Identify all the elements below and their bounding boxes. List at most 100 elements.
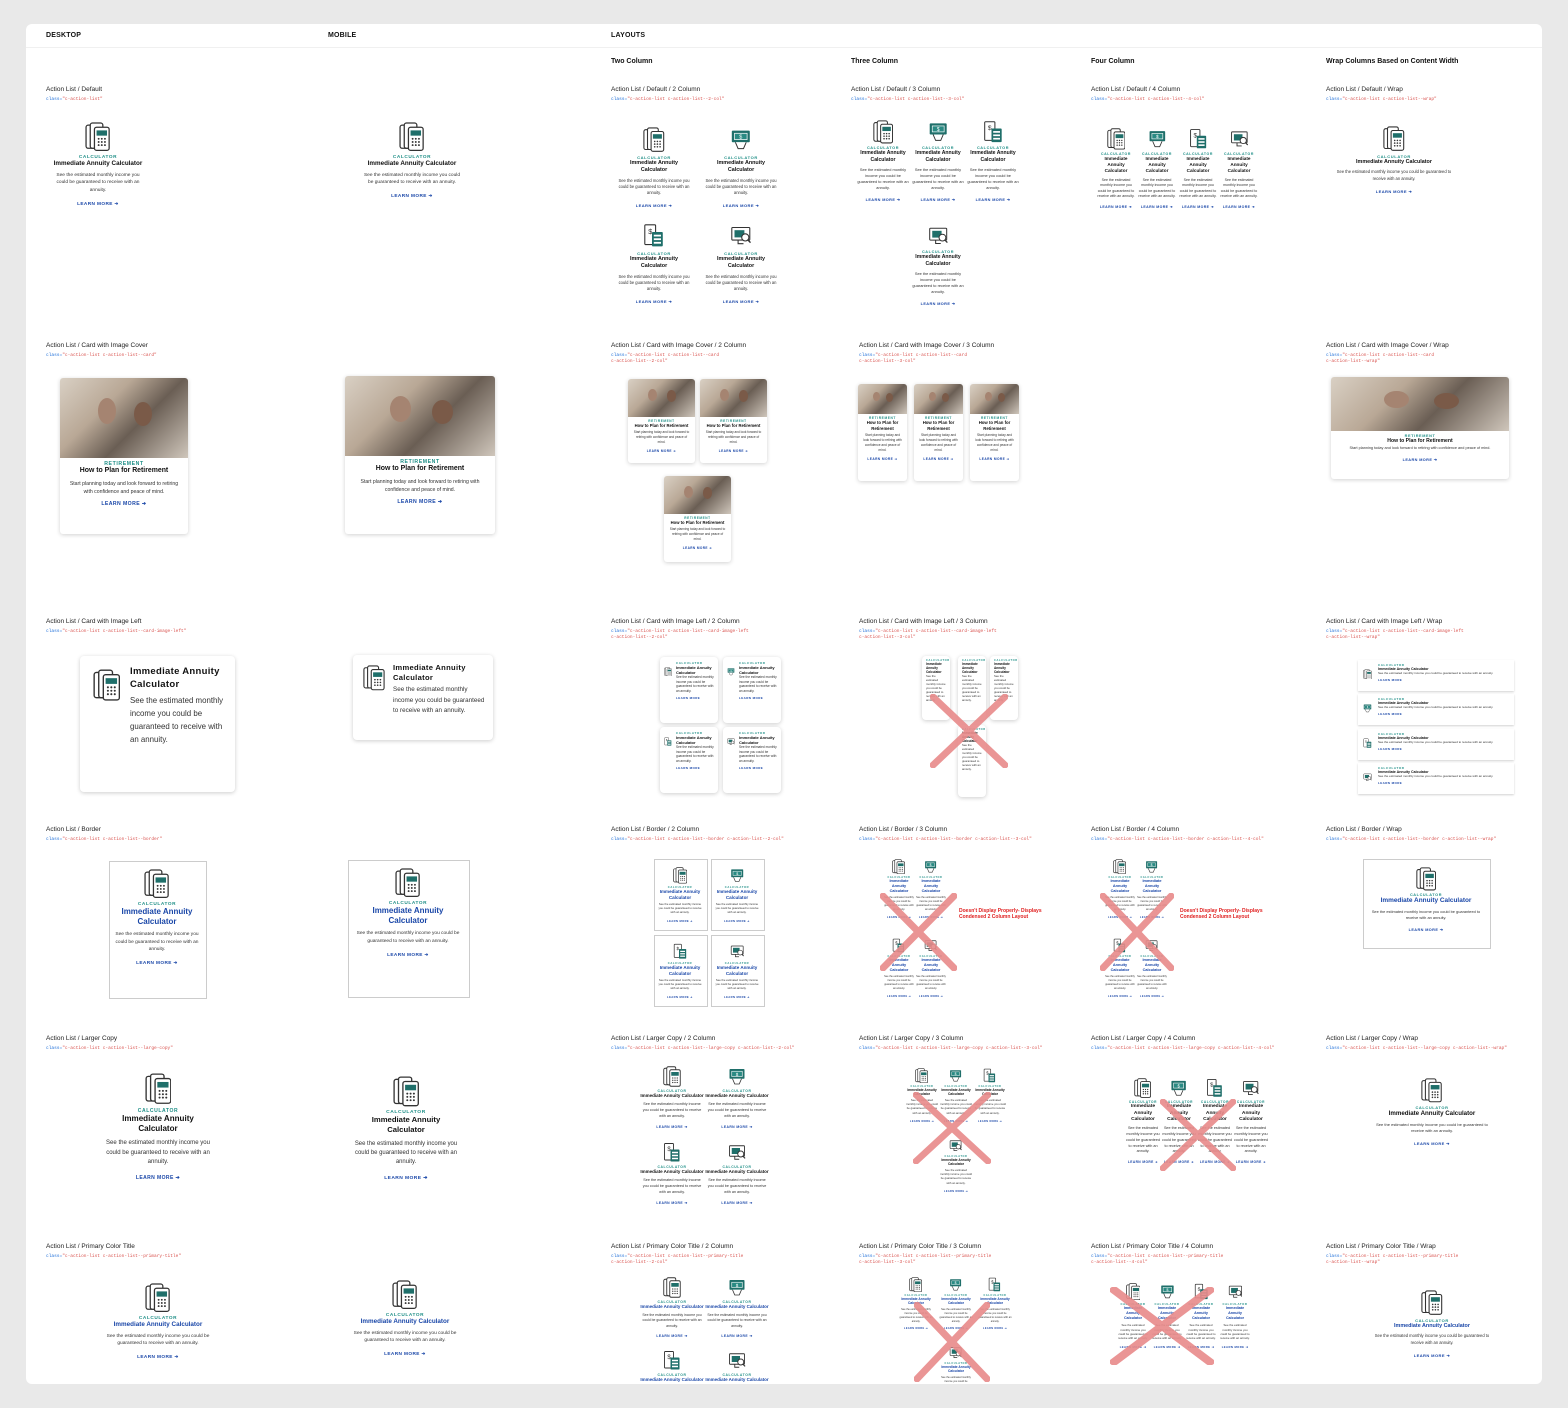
learn-more-link[interactable]: LEARN MORE xyxy=(1378,747,1511,751)
class-keyword: class= xyxy=(46,837,63,842)
learn-more-link[interactable]: LEARN MORE ➔ xyxy=(715,996,759,999)
learn-more-link[interactable]: LEARN MORE ➔ xyxy=(1138,205,1176,209)
learn-more-link[interactable]: LEARN MORE ➔ xyxy=(938,1327,974,1330)
bill-icon: $ xyxy=(664,733,672,746)
learn-more-link[interactable]: LEARN MORE ➔ xyxy=(884,916,914,919)
learn-more-link[interactable]: LEARN MORE ➔ xyxy=(1367,927,1485,932)
learn-more-link[interactable]: LEARN MORE ➔ xyxy=(113,961,201,966)
learn-more-link[interactable]: LEARN MORE ➔ xyxy=(1179,205,1217,209)
learn-more-link[interactable]: LEARN MORE ➔ xyxy=(898,1327,934,1330)
learn-more-link[interactable]: LEARN MORE ➔ xyxy=(715,920,759,923)
learn-more-link[interactable]: LEARN MORE ➔ xyxy=(352,953,464,958)
learn-more-link[interactable]: LEARN MORE ➔ xyxy=(1219,1345,1251,1349)
monitor-search-icon xyxy=(1230,128,1249,150)
learn-more-link[interactable]: LEARN MORE ➔ xyxy=(705,1201,769,1205)
learn-more-link[interactable]: LEARN MORE ➔ xyxy=(52,202,144,207)
learn-more-link[interactable]: LEARN MORE ➔ xyxy=(705,203,777,208)
learn-more-link[interactable]: LEARN MORE ➔ xyxy=(1137,995,1167,998)
item-description: See the estimated monthly income you cou… xyxy=(356,931,460,944)
action-list-item: CALCULATORImmediate Annuity CalculatorSe… xyxy=(884,859,914,919)
learn-more-link[interactable]: LEARN MORE ➔ xyxy=(640,1334,704,1338)
item-title: Immediate Annuity Calculator xyxy=(640,1169,704,1175)
learn-more-link[interactable]: LEARN MORE ➔ xyxy=(705,1334,769,1338)
item-title: Immediate Annuity Calculator xyxy=(716,159,766,173)
section-label: Action List / Default xyxy=(46,86,102,93)
card-learn-more-link[interactable]: LEARN MORE ➔ xyxy=(970,457,1019,461)
item-description: See the estimated monthly income you cou… xyxy=(707,1102,767,1118)
learn-more-link[interactable]: LEARN MORE ➔ xyxy=(1220,205,1258,209)
arrow-right-icon: ➔ xyxy=(748,1334,753,1339)
learn-more-link[interactable]: LEARN MORE ➔ xyxy=(884,995,914,998)
class-value: "c-action-list c-action-list--3-col" xyxy=(867,97,965,102)
cash-register-icon: $ xyxy=(924,859,937,874)
learn-more-link[interactable]: LEARN MORE ➔ xyxy=(906,1120,938,1123)
learn-more-link[interactable]: LEARN MORE xyxy=(1378,781,1511,785)
learn-more-link[interactable]: LEARN MORE ➔ xyxy=(618,299,690,304)
card-learn-more-link[interactable]: LEARN MORE ➔ xyxy=(60,501,188,507)
learn-more-link[interactable]: LEARN MORE ➔ xyxy=(640,1125,704,1129)
learn-more-link[interactable]: LEARN MORE ➔ xyxy=(352,1352,458,1357)
learn-more-link[interactable]: LEARN MORE xyxy=(739,696,778,700)
bill-icon: $ xyxy=(1206,1078,1223,1098)
learn-more-link[interactable]: LEARN MORE ➔ xyxy=(1124,1160,1162,1164)
retirement-photo xyxy=(914,384,963,414)
card-learn-more-link[interactable]: LEARN MORE ➔ xyxy=(664,546,731,550)
card-description: Start planning today and look forward to… xyxy=(1349,446,1491,451)
learn-more-link[interactable]: LEARN MORE ➔ xyxy=(1117,1345,1149,1349)
learn-more-link[interactable]: LEARN MORE ➔ xyxy=(940,1190,972,1193)
learn-more-link[interactable]: LEARN MORE ➔ xyxy=(1330,189,1458,194)
learn-more-link[interactable]: LEARN MORE ➔ xyxy=(705,1125,769,1129)
card-learn-more-link[interactable]: LEARN MORE ➔ xyxy=(628,449,695,453)
learn-more-link[interactable]: LEARN MORE ➔ xyxy=(1160,1160,1198,1164)
learn-more-link[interactable]: LEARN MORE ➔ xyxy=(618,203,690,208)
action-list-item: $CALCULATORImmediate Annuity CalculatorS… xyxy=(640,1350,704,1384)
image-cover-card: RETIREMENT How to Plan for Retirement Star… xyxy=(970,384,1019,481)
learn-more-link[interactable]: LEARN MORE ➔ xyxy=(100,1175,216,1181)
section-label: Action List / Card with Image Left / Wra… xyxy=(1326,618,1443,625)
learn-more-link[interactable]: LEARN MORE ➔ xyxy=(658,996,702,999)
learn-more-link[interactable]: LEARN MORE xyxy=(676,766,715,770)
card-learn-more-link[interactable]: LEARN MORE ➔ xyxy=(914,457,963,461)
card-learn-more-link[interactable]: LEARN MORE ➔ xyxy=(345,499,495,505)
learn-more-link[interactable]: LEARN MORE ➔ xyxy=(1105,995,1135,998)
learn-more-link[interactable]: LEARN MORE ➔ xyxy=(104,1355,212,1360)
learn-more-link[interactable]: LEARN MORE ➔ xyxy=(640,1201,704,1205)
card-learn-more-link[interactable]: LEARN MORE ➔ xyxy=(858,457,907,461)
learn-more-link[interactable]: LEARN MORE ➔ xyxy=(1376,1141,1488,1146)
section-label: Action List / Card with Image Cover xyxy=(46,342,148,349)
learn-more-link[interactable]: LEARN MORE ➔ xyxy=(967,197,1019,202)
learn-more-link[interactable]: LEARN MORE ➔ xyxy=(1185,1345,1217,1349)
learn-more-link[interactable]: LEARN MORE ➔ xyxy=(912,301,964,306)
image-cover-card: RETIREMENT How to Plan for Retirement Star… xyxy=(858,384,907,481)
learn-more-link[interactable]: LEARN MORE ➔ xyxy=(1151,1345,1183,1349)
learn-more-link[interactable]: LEARN MORE ➔ xyxy=(362,194,462,199)
learn-more-link[interactable]: LEARN MORE ➔ xyxy=(940,1120,972,1123)
action-list-item: CALCULATORImmediate Annuity CalculatorSe… xyxy=(1219,1283,1251,1349)
learn-more-link[interactable]: LEARN MORE xyxy=(1378,678,1511,682)
card-learn-more-link[interactable]: LEARN MORE ➔ xyxy=(1331,457,1509,462)
item-description: See the estimated monthly income you cou… xyxy=(1152,1323,1182,1341)
cash-register-icon: $ xyxy=(1170,1078,1187,1098)
bill-icon: $ xyxy=(892,938,905,953)
item-title: Immediate Annuity Calculator xyxy=(994,662,1010,674)
learn-more-link[interactable]: LEARN MORE xyxy=(1378,712,1511,716)
learn-more-link[interactable]: LEARN MORE ➔ xyxy=(916,916,946,919)
learn-more-link[interactable]: LEARN MORE ➔ xyxy=(1374,1353,1490,1358)
learn-more-link[interactable]: LEARN MORE ➔ xyxy=(1232,1160,1270,1164)
learn-more-link[interactable]: LEARN MORE ➔ xyxy=(857,197,909,202)
learn-more-link[interactable]: LEARN MORE ➔ xyxy=(350,1175,462,1181)
learn-more-link[interactable]: LEARN MORE xyxy=(676,696,715,700)
learn-more-link[interactable]: LEARN MORE ➔ xyxy=(916,995,946,998)
learn-more-link[interactable]: LEARN MORE ➔ xyxy=(658,920,702,923)
learn-more-link[interactable]: LEARN MORE ➔ xyxy=(1105,916,1135,919)
learn-more-link[interactable]: LEARN MORE ➔ xyxy=(1196,1160,1234,1164)
learn-more-link[interactable]: LEARN MORE ➔ xyxy=(977,1327,1013,1330)
learn-more-link[interactable]: LEARN MORE xyxy=(739,766,778,770)
learn-more-link[interactable]: LEARN MORE ➔ xyxy=(974,1120,1006,1123)
learn-more-link[interactable]: LEARN MORE ➔ xyxy=(912,197,964,202)
learn-more-link[interactable]: LEARN MORE ➔ xyxy=(1097,205,1135,209)
learn-more-link[interactable]: LEARN MORE ➔ xyxy=(1137,916,1167,919)
card-learn-more-link[interactable]: LEARN MORE ➔ xyxy=(700,449,767,453)
learn-more-link[interactable]: LEARN MORE ➔ xyxy=(705,299,777,304)
card-title: How to Plan for Retirement xyxy=(706,423,761,429)
